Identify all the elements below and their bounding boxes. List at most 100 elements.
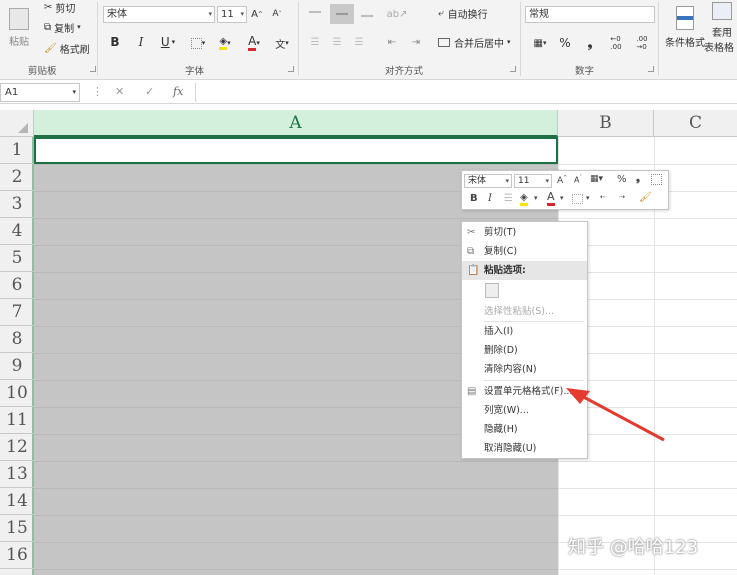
decimal-icon[interactable]: ⇢: [619, 193, 625, 201]
name-box[interactable]: A1 ▾: [0, 83, 80, 102]
align-top-button[interactable]: [308, 8, 322, 20]
alignment-launcher-icon[interactable]: [510, 66, 516, 72]
menu-label: 复制(C): [484, 246, 518, 257]
border-button[interactable]: ▾: [188, 36, 208, 50]
column-header-a[interactable]: A: [34, 110, 558, 137]
number-launcher-icon[interactable]: [648, 66, 654, 72]
row-header[interactable]: 6: [0, 272, 34, 299]
row-header[interactable]: 10: [0, 380, 34, 407]
mini-border-icon[interactable]: [572, 194, 583, 204]
align-center-icon: ☰: [332, 36, 342, 48]
divider: [298, 2, 299, 76]
format-painter-button[interactable]: 🖌 格式刷: [44, 41, 90, 56]
shrink-font-icon[interactable]: Aˇ: [574, 175, 582, 185]
paste-option-button[interactable]: [484, 282, 502, 300]
font-name-combo[interactable]: 宋体 ▾: [103, 6, 215, 23]
orientation-button[interactable]: ab↗: [386, 6, 408, 22]
mini-size-combo[interactable]: 11 ▾: [514, 174, 552, 188]
row-header[interactable]: 11: [0, 407, 34, 434]
paste-button[interactable]: 粘贴: [2, 2, 36, 54]
phonetic-button[interactable]: 文 ▾: [272, 34, 292, 52]
align-bottom-button[interactable]: [360, 8, 374, 20]
font-size-combo[interactable]: 11 ▾: [217, 6, 247, 23]
row-header[interactable]: 16: [0, 542, 34, 569]
menu-item-clear-contents[interactable]: 清除内容(N): [462, 360, 587, 379]
menu-item-delete[interactable]: 删除(D): [462, 341, 587, 360]
comma-button[interactable]: ❟: [584, 35, 596, 51]
menu-item-copy[interactable]: ⧉ 复制(C): [462, 242, 587, 261]
row-header[interactable]: 12: [0, 434, 34, 461]
context-menu: ✂ 剪切(T) ⧉ 复制(C) 📋 粘贴选项: 选择性粘贴(S)... 插入(I…: [461, 221, 588, 459]
increase-decimal-button[interactable]: ←0.00: [606, 35, 626, 51]
mini-bold-button[interactable]: B: [470, 193, 478, 204]
gridline: [558, 218, 737, 219]
fill-color-button[interactable]: ◈ ▾: [213, 34, 237, 52]
align-icon[interactable]: ☰: [504, 193, 513, 204]
grow-font-icon[interactable]: A^: [557, 175, 567, 186]
format-as-table-button[interactable]: 套用 表格格: [704, 2, 737, 54]
mini-comma-button[interactable]: ❟: [636, 173, 640, 184]
decrease-decimal-button[interactable]: .00 →0: [632, 35, 652, 51]
row-header[interactable]: 2: [0, 164, 34, 191]
select-all-corner[interactable]: [0, 110, 34, 137]
percent-button[interactable]: %: [558, 35, 572, 51]
chevron-down-icon[interactable]: ▾: [534, 194, 538, 202]
menu-item-paste-special[interactable]: 选择性粘贴(S)...: [462, 302, 587, 321]
shrink-font-button[interactable]: Aˇ: [270, 6, 284, 22]
mini-italic-button[interactable]: I: [488, 193, 492, 204]
mini-fill-color-icon[interactable]: ◈: [520, 192, 528, 206]
chevron-down-icon[interactable]: ▾: [560, 194, 564, 202]
clipboard-launcher-icon[interactable]: [90, 66, 96, 72]
increase-indent-button[interactable]: ⇥: [408, 36, 424, 48]
copy-button[interactable]: ⧉ 复制 ▾: [44, 20, 81, 35]
column-header-c[interactable]: C: [654, 110, 737, 137]
format-grid-icon[interactable]: [651, 174, 662, 185]
column-header-b[interactable]: B: [558, 110, 654, 137]
menu-item-unhide[interactable]: 取消隐藏(U): [462, 439, 587, 458]
align-left-button[interactable]: ☰: [308, 36, 322, 48]
row-header[interactable]: 7: [0, 299, 34, 326]
insert-function-icon[interactable]: fx: [173, 85, 183, 98]
mini-font-color-icon[interactable]: A: [547, 191, 555, 206]
align-middle-button[interactable]: [330, 4, 354, 24]
cancel-icon[interactable]: ✕: [115, 85, 124, 98]
menu-item-cut[interactable]: ✂ 剪切(T): [462, 223, 587, 242]
italic-button[interactable]: I: [134, 34, 148, 50]
enter-icon[interactable]: ✓: [145, 85, 154, 98]
row-header[interactable]: 13: [0, 461, 34, 488]
row-header[interactable]: 14: [0, 488, 34, 515]
row-header[interactable]: 1: [0, 137, 34, 164]
menu-item-column-width[interactable]: 列宽(W)...: [462, 401, 587, 420]
accounting-icon[interactable]: ▦▾: [590, 174, 603, 184]
active-cell-a1[interactable]: [34, 137, 558, 164]
menu-item-format-cells[interactable]: ▤ 设置单元格格式(F)...: [462, 382, 587, 401]
wrap-text-button[interactable]: ⤶ 自动换行: [438, 5, 488, 21]
row-header[interactable]: 8: [0, 326, 34, 353]
row-header[interactable]: 3: [0, 191, 34, 218]
bold-button[interactable]: B: [108, 34, 122, 50]
font-color-button[interactable]: A ▾: [243, 34, 265, 52]
merge-center-button[interactable]: 合并后居中 ▾: [438, 34, 511, 50]
conditional-format-button[interactable]: 条件格式: [664, 2, 706, 52]
menu-item-insert[interactable]: 插入(I): [462, 322, 587, 341]
font-launcher-icon[interactable]: [288, 66, 294, 72]
number-format-combo[interactable]: 常规: [525, 6, 655, 23]
menu-item-hide[interactable]: 隐藏(H): [462, 420, 587, 439]
formula-input[interactable]: [195, 83, 737, 102]
cut-button[interactable]: ✂ 剪切: [44, 0, 75, 15]
mini-font-combo[interactable]: 宋体 ▾: [464, 174, 512, 188]
row-header[interactable]: 4: [0, 218, 34, 245]
align-center-button[interactable]: ☰: [330, 36, 344, 48]
row-header[interactable]: 5: [0, 245, 34, 272]
format-painter-icon[interactable]: 🖌: [639, 192, 652, 203]
row-header[interactable]: 9: [0, 353, 34, 380]
row-header[interactable]: 15: [0, 515, 34, 542]
grow-font-button[interactable]: A ^: [250, 6, 264, 22]
mini-percent-button[interactable]: %: [617, 174, 627, 185]
decimal-icon[interactable]: ⇠: [600, 193, 606, 201]
decrease-indent-button[interactable]: ⇤: [384, 36, 400, 48]
chevron-down-icon[interactable]: ▾: [586, 194, 590, 202]
underline-button[interactable]: U ▾: [158, 34, 178, 50]
align-right-button[interactable]: ☰: [352, 36, 366, 48]
accounting-format-button[interactable]: ▦ ▾: [528, 36, 552, 50]
